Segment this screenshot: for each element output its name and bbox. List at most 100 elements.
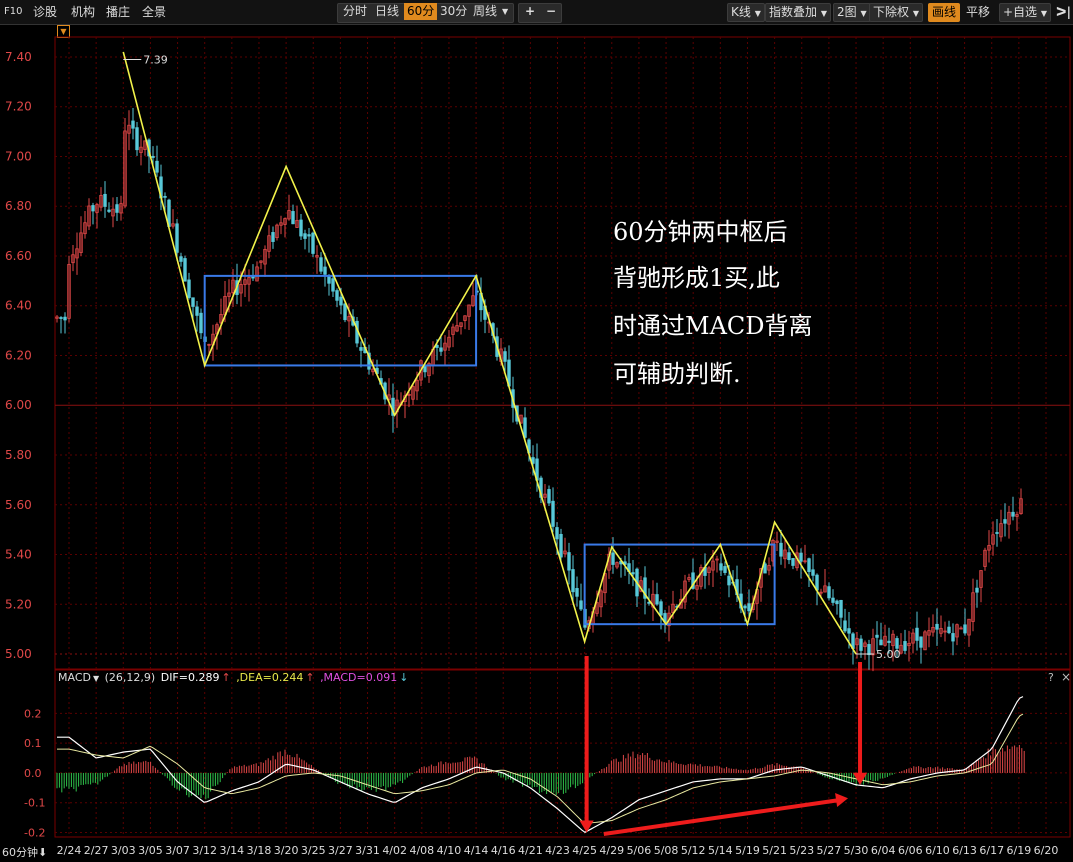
period-label-text: 60分钟 bbox=[2, 846, 38, 859]
help-icon[interactable]: ? bbox=[1048, 671, 1054, 684]
candle-body bbox=[807, 558, 811, 572]
candle-body bbox=[271, 232, 275, 242]
candle-body bbox=[903, 641, 907, 651]
annotation-line-4: 可辅助判断. bbox=[613, 360, 741, 388]
toolbar-item-f10[interactable]: F10 bbox=[4, 4, 22, 20]
macd-tick-label: -0.2 bbox=[24, 827, 45, 840]
candle-body bbox=[719, 563, 723, 571]
candle-body bbox=[839, 599, 843, 618]
annotation-line-1: 60分钟两中枢后 bbox=[613, 218, 788, 246]
period-tab-daily[interactable]: 日线 bbox=[372, 3, 402, 20]
candle-body bbox=[307, 234, 311, 237]
time-tick-label: 6/10 bbox=[925, 844, 950, 857]
close-icon[interactable]: × bbox=[1061, 670, 1071, 684]
period-tab-60min[interactable]: 60分 bbox=[404, 3, 438, 20]
toolbar-item-institution[interactable]: 机构 bbox=[71, 4, 95, 20]
candle-body bbox=[359, 347, 363, 351]
chevron-down-icon: ▼ bbox=[912, 9, 919, 18]
arrow-down-icon: ↓ bbox=[399, 671, 409, 684]
candle-body bbox=[935, 623, 939, 630]
candle-body bbox=[311, 232, 315, 254]
divergence-arrowhead-bottom bbox=[835, 792, 849, 808]
draw-line-button[interactable]: 画线 bbox=[928, 3, 961, 22]
candle-body bbox=[787, 552, 791, 561]
index-overlay-button[interactable]: 指数叠加 ▼ bbox=[765, 3, 831, 22]
macd-panel-frame bbox=[54, 669, 1071, 838]
candle-body bbox=[859, 638, 863, 651]
period-label[interactable]: 60分钟⬇ bbox=[2, 844, 47, 860]
kline-type-label: K线 bbox=[731, 5, 751, 19]
arrow-up-icon: ↑ bbox=[305, 671, 315, 684]
time-tick-label: 3/20 bbox=[274, 844, 299, 857]
time-tick-label: 3/31 bbox=[355, 844, 380, 857]
candle-body bbox=[727, 575, 731, 586]
candle-body bbox=[779, 542, 783, 557]
time-tick-label: 6/04 bbox=[871, 844, 896, 857]
collapse-panel-icon[interactable]: ᐳ| bbox=[1056, 4, 1071, 20]
time-tick-label: 3/05 bbox=[138, 844, 163, 857]
toolbar-item-dealer[interactable]: 播庄 bbox=[106, 4, 130, 20]
time-tick-label: 4/23 bbox=[545, 844, 570, 857]
zoom-in-button[interactable]: + bbox=[522, 3, 538, 20]
price-tick-label: 6.40 bbox=[5, 299, 32, 313]
time-tick-label: 4/08 bbox=[409, 844, 434, 857]
toolbar-item-diagnose[interactable]: 诊股 bbox=[33, 4, 57, 20]
candle-body bbox=[187, 279, 191, 298]
candle-body bbox=[503, 351, 507, 362]
time-tick-label: 4/29 bbox=[599, 844, 624, 857]
period-tab-30min[interactable]: 30分 bbox=[437, 3, 470, 20]
candlesticks bbox=[55, 107, 1023, 672]
chart-grid bbox=[54, 36, 1071, 838]
multi-chart-button[interactable]: 2图 ▼ bbox=[833, 3, 871, 22]
pan-button[interactable]: 平移 bbox=[966, 4, 990, 20]
candle-body bbox=[179, 256, 183, 262]
price-panel-frame bbox=[54, 36, 1071, 670]
candle-body bbox=[1011, 511, 1015, 517]
candle-body bbox=[199, 312, 203, 334]
time-tick-label: 4/16 bbox=[491, 844, 516, 857]
price-chart[interactable]: 2/24 2/27 3/03 3/05 3/07 3/12 3/14 3/18 3/20 3/25… bbox=[0, 25, 1073, 862]
price-tick-label: 5.80 bbox=[5, 448, 32, 462]
candle-body bbox=[611, 552, 615, 565]
time-tick-label: 5/19 bbox=[735, 844, 760, 857]
price-tick-label: 5.40 bbox=[5, 548, 32, 562]
macd-macd-value: ,MACD=0.091 bbox=[320, 671, 398, 684]
watchlist-button[interactable]: +自选 ▼ bbox=[999, 3, 1052, 22]
chevron-down-icon[interactable]: ▼ bbox=[93, 674, 99, 683]
candle-body bbox=[867, 644, 871, 656]
candle-body bbox=[975, 587, 979, 593]
time-tick-label: 4/02 bbox=[382, 844, 407, 857]
price-tick-label: 5.00 bbox=[5, 647, 32, 661]
candle-body bbox=[1003, 519, 1007, 524]
watchlist-label: +自选 bbox=[1003, 5, 1038, 19]
candle-body bbox=[103, 193, 107, 207]
candle-body bbox=[831, 597, 835, 603]
time-tick-label: 2/24 bbox=[57, 844, 82, 857]
zoom-out-button[interactable]: − bbox=[543, 3, 559, 20]
candle-body bbox=[847, 628, 851, 634]
candle-body bbox=[555, 527, 559, 540]
candle-body bbox=[91, 205, 95, 212]
candle-body bbox=[175, 223, 179, 253]
candle-body bbox=[59, 317, 63, 319]
ex-rights-button[interactable]: 下除权 ▼ bbox=[869, 3, 923, 22]
kline-type-button[interactable]: K线 ▼ bbox=[727, 3, 765, 22]
divergence-arrows bbox=[579, 656, 868, 836]
period-tab-weekly[interactable]: 周线 bbox=[470, 3, 500, 20]
macd-indicator-name[interactable]: MACD bbox=[58, 671, 91, 684]
candle-body bbox=[547, 489, 551, 504]
arrow-down-icon: ⬇ bbox=[38, 846, 48, 859]
candle-body bbox=[323, 266, 327, 275]
macd-tick-label: 0.1 bbox=[24, 737, 42, 750]
candle-body bbox=[763, 563, 767, 574]
candle-body bbox=[875, 634, 879, 638]
candle-body bbox=[631, 572, 635, 575]
period-tab-intraday[interactable]: 分时 bbox=[340, 3, 370, 20]
candle-body bbox=[919, 636, 923, 648]
toolbar-item-overview[interactable]: 全景 bbox=[142, 4, 166, 20]
time-tick-label: 6/13 bbox=[952, 844, 977, 857]
period-dropdown-icon[interactable]: ▼ bbox=[499, 3, 511, 20]
price-extreme-labels: 7.39 5.00 bbox=[123, 53, 901, 661]
candle-body bbox=[791, 558, 795, 566]
chevron-down-icon: ▼ bbox=[860, 9, 867, 18]
